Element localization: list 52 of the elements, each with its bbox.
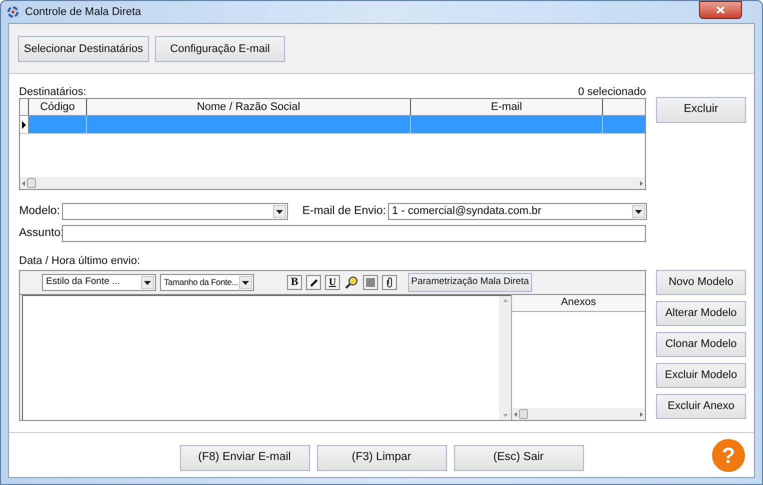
footer-button[interactable]: (F3) Limpar	[316, 445, 446, 471]
square-icon	[366, 278, 375, 287]
footer-button[interactable]: (F8) Enviar E-mail	[180, 445, 310, 471]
column-header[interactable]: Anexos	[512, 295, 645, 312]
sender-email-dropdown[interactable]: 1 - comercial@syndata.com.br	[388, 203, 647, 220]
column-header[interactable]: Código	[29, 99, 87, 115]
vertical-scrollbar[interactable]	[499, 296, 511, 420]
italic-button[interactable]	[306, 275, 321, 290]
scroll-right-icon[interactable]	[640, 180, 643, 186]
side-button[interactable]: Clonar Modelo	[656, 332, 746, 357]
subject-field[interactable]	[62, 225, 646, 242]
paperclip-icon	[386, 277, 393, 288]
scroll-up-icon[interactable]	[502, 299, 508, 302]
side-button[interactable]: Excluir Anexo	[656, 394, 746, 419]
scroll-thumb[interactable]	[519, 409, 528, 419]
window-title: Controle de Mala Direta	[25, 4, 142, 20]
side-button[interactable]: Novo Modelo	[656, 270, 746, 295]
attach-button[interactable]	[382, 275, 397, 290]
current-row-icon	[22, 120, 26, 128]
footer-button[interactable]: (Esc) Sair	[454, 445, 584, 471]
scroll-down-icon[interactable]	[502, 414, 508, 417]
close-icon	[716, 6, 725, 14]
italic-icon	[310, 278, 318, 286]
scroll-thumb[interactable]	[27, 178, 36, 188]
selected-count: 0 selecionado	[578, 86, 646, 98]
scroll-left-icon[interactable]	[514, 412, 517, 416]
parametrization-button[interactable]: Parametrização Mala Direta	[408, 273, 532, 292]
top-button[interactable]: Configuração E-mail	[155, 36, 285, 62]
magnifier-icon	[345, 276, 358, 289]
color-button[interactable]	[363, 275, 378, 290]
search-button[interactable]	[344, 275, 359, 290]
column-header[interactable]: E-mail	[411, 99, 603, 115]
field-label: E-mail de Envio:	[301, 204, 386, 219]
field-label: Assunto:	[19, 226, 60, 241]
column-header[interactable]: Nome / Razão Social	[87, 99, 411, 115]
horizontal-scrollbar[interactable]	[20, 177, 645, 189]
side-button[interactable]: Excluir Modelo	[656, 363, 746, 388]
last-sent-label: Data / Hora último envio:	[19, 255, 140, 267]
close-button[interactable]	[699, 1, 742, 19]
font-style-dropdown[interactable]: Estilo da Fonte ...	[42, 274, 156, 291]
field-label: Modelo:	[19, 204, 60, 219]
scroll-right-icon[interactable]	[640, 412, 643, 416]
horizontal-scrollbar[interactable]	[512, 408, 645, 420]
app-logo-icon	[7, 6, 19, 18]
delete-button[interactable]: Excluir	[656, 97, 746, 123]
top-button[interactable]: Selecionar Destinatários	[18, 36, 149, 62]
side-button[interactable]: Alterar Modelo	[656, 301, 746, 326]
recipients-label: Destinatários:	[19, 86, 86, 98]
font-size-dropdown[interactable]: Tamanho da Fonte...	[160, 274, 254, 291]
underline-button[interactable]: U	[325, 275, 340, 290]
bold-button[interactable]: B	[287, 275, 302, 290]
scroll-left-icon[interactable]	[22, 180, 25, 186]
